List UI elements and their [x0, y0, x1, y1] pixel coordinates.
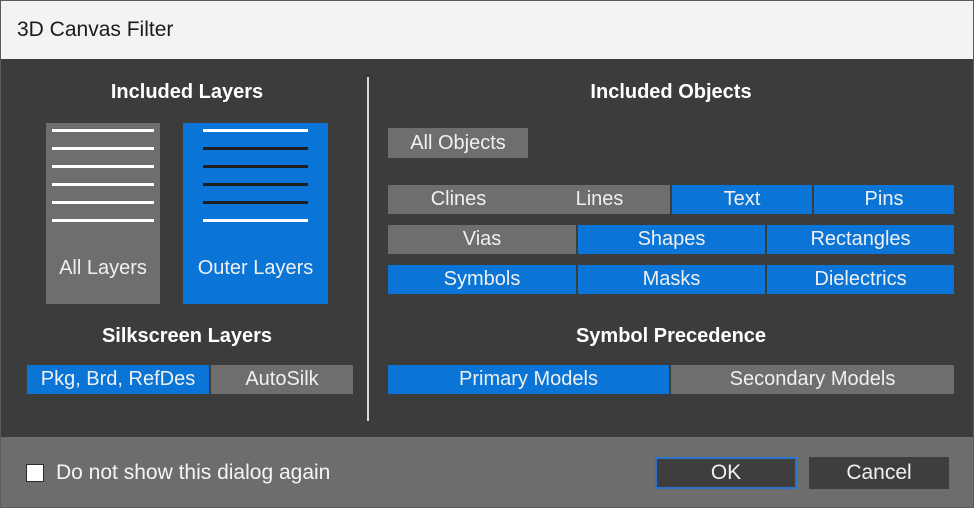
dialog-footer: Do not show this dialog again OK Cancel	[1, 437, 973, 507]
text-toggle[interactable]: Text	[671, 184, 813, 215]
dialog-window: 3D Canvas Filter Included Layers All Lay…	[0, 0, 974, 508]
dont-show-again-checkbox[interactable]	[26, 464, 44, 482]
lines-toggle[interactable]: Lines	[529, 184, 671, 215]
vias-toggle[interactable]: Vias	[387, 224, 577, 255]
all-layers-icon	[46, 129, 160, 237]
all-layers-button[interactable]: All Layers	[46, 123, 160, 304]
objects-row-1: Clines Lines Text Pins	[387, 184, 955, 215]
all-objects-button[interactable]: All Objects	[387, 127, 529, 159]
symbol-precedence-heading: Symbol Precedence	[575, 325, 767, 347]
outer-layers-button[interactable]: Outer Layers	[183, 123, 328, 304]
included-objects-heading: Included Objects	[590, 81, 752, 103]
outer-layers-icon	[183, 129, 328, 237]
pkg-brd-refdes-toggle[interactable]: Pkg, Brd, RefDes	[26, 364, 210, 395]
clines-toggle[interactable]: Clines	[387, 184, 529, 215]
dialog-content: Included Layers All Layers Outer Layers …	[1, 59, 973, 437]
window-title: 3D Canvas Filter	[17, 18, 174, 41]
all-layers-label: All Layers	[59, 257, 147, 279]
ok-button[interactable]: OK	[655, 457, 797, 489]
dielectrics-toggle[interactable]: Dielectrics	[766, 264, 955, 295]
secondary-models-toggle[interactable]: Secondary Models	[670, 364, 955, 395]
primary-models-toggle[interactable]: Primary Models	[387, 364, 670, 395]
pins-toggle[interactable]: Pins	[813, 184, 955, 215]
symbol-precedence-options: Primary Models Secondary Models	[387, 364, 955, 395]
symbols-toggle[interactable]: Symbols	[387, 264, 577, 295]
vertical-divider	[367, 77, 369, 421]
outer-layers-label: Outer Layers	[197, 257, 314, 279]
silkscreen-layers-heading: Silkscreen Layers	[101, 325, 273, 347]
autosilk-toggle[interactable]: AutoSilk	[210, 364, 354, 395]
included-layers-heading: Included Layers	[110, 81, 264, 103]
shapes-toggle[interactable]: Shapes	[577, 224, 766, 255]
silkscreen-options: Pkg, Brd, RefDes AutoSilk	[26, 364, 354, 395]
cancel-button[interactable]: Cancel	[809, 457, 949, 489]
rectangles-toggle[interactable]: Rectangles	[766, 224, 955, 255]
dont-show-again-label[interactable]: Do not show this dialog again	[56, 461, 330, 485]
masks-toggle[interactable]: Masks	[577, 264, 766, 295]
objects-row-2: Vias Shapes Rectangles	[387, 224, 955, 255]
title-bar: 3D Canvas Filter	[1, 1, 973, 59]
objects-row-3: Symbols Masks Dielectrics	[387, 264, 955, 295]
